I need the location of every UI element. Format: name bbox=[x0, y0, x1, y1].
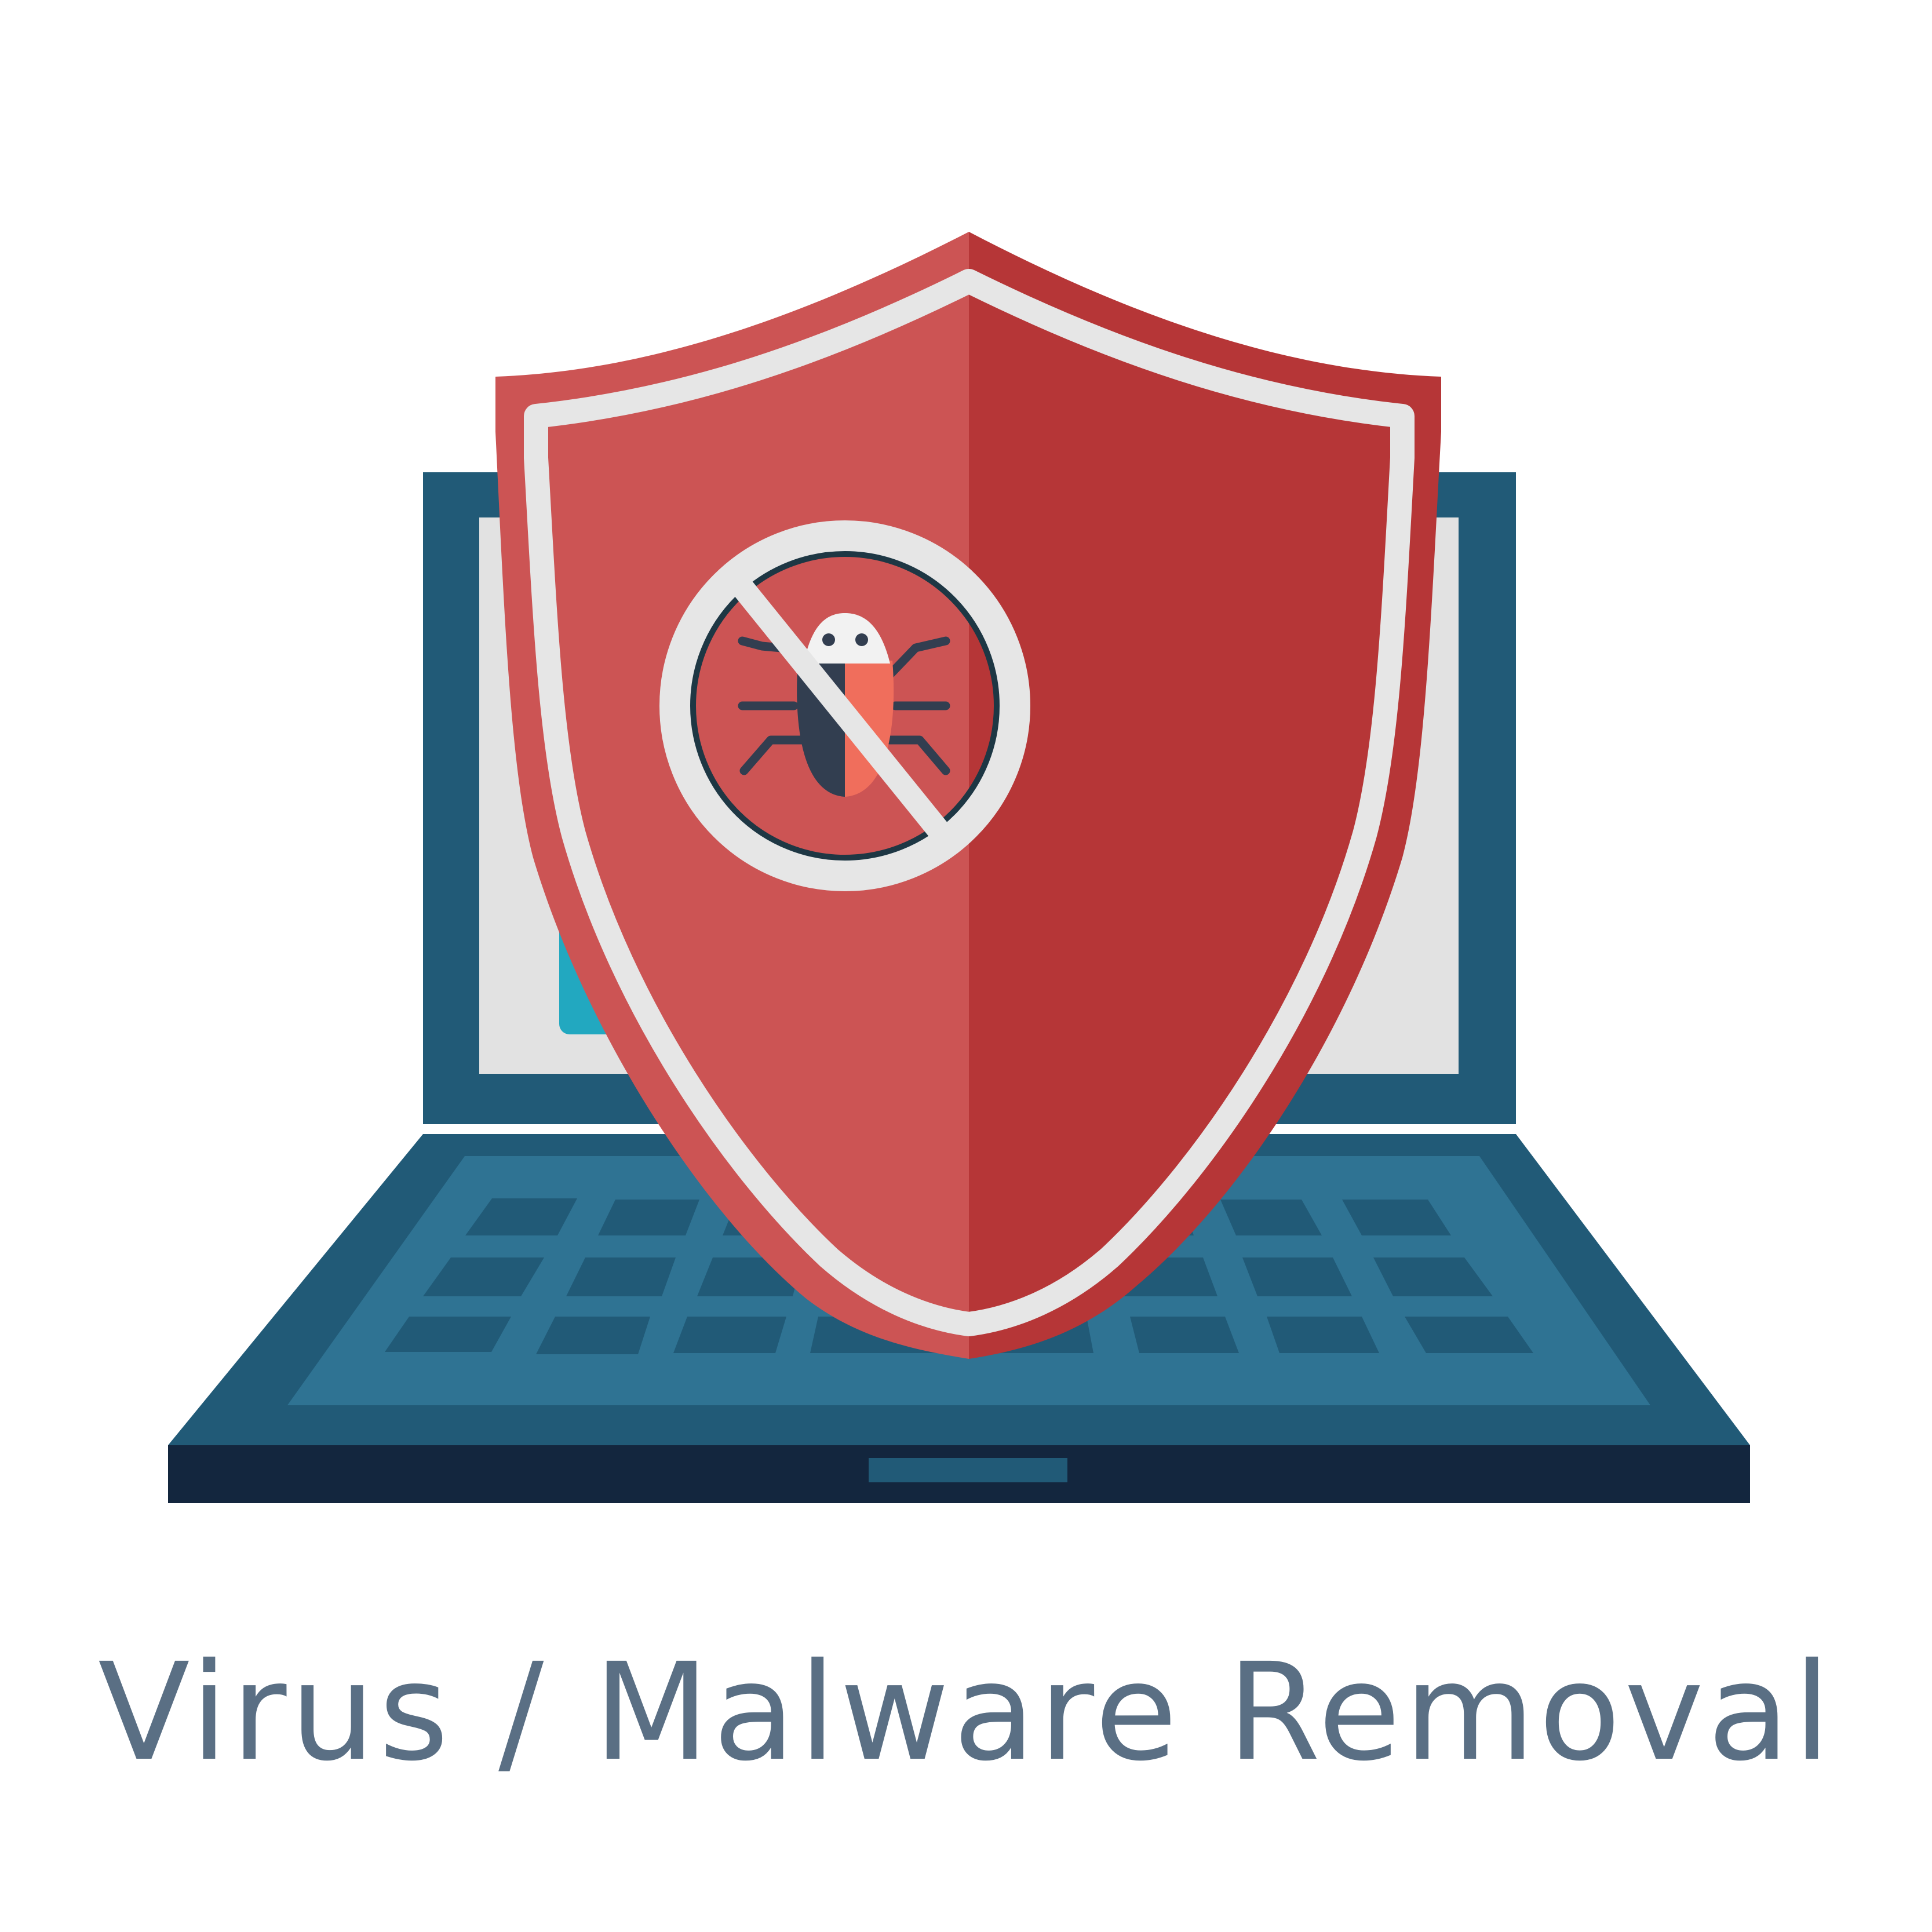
key bbox=[673, 1317, 786, 1353]
bug-eye bbox=[855, 633, 868, 646]
illustration: Virus / Malware Removal bbox=[0, 0, 1932, 1932]
trackpad-notch bbox=[869, 1458, 1067, 1482]
key bbox=[566, 1257, 676, 1296]
bug-eye bbox=[822, 633, 835, 646]
key bbox=[1267, 1317, 1379, 1353]
caption-title: Virus / Malware Removal bbox=[98, 1634, 1834, 1791]
key bbox=[1242, 1257, 1352, 1296]
key bbox=[1130, 1317, 1239, 1353]
key bbox=[598, 1200, 699, 1235]
key bbox=[536, 1317, 650, 1354]
